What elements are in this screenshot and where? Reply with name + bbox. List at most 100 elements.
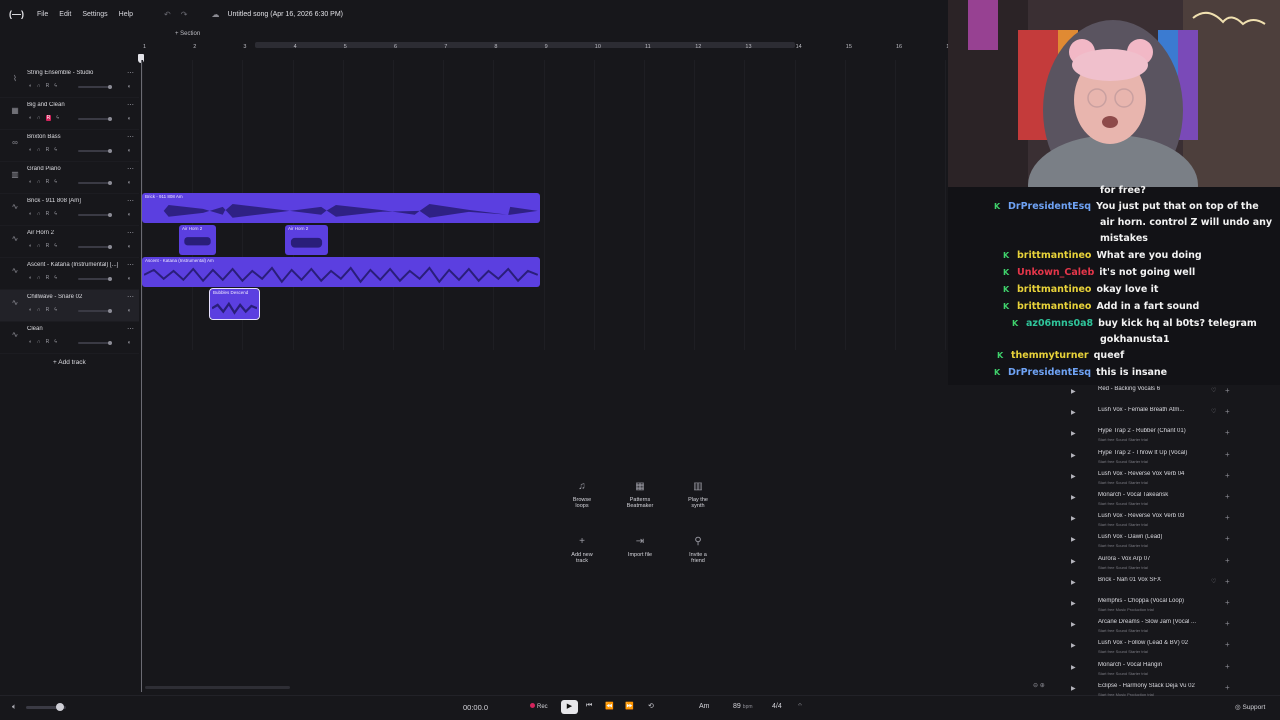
mute-icon[interactable]: ◐ <box>29 115 32 121</box>
sound-item[interactable]: ▶ Memphis - Choppa (Vocal Loop) Start free… <box>1060 597 1248 618</box>
track-header[interactable]: ∿ Clean ⋯ ◐ ∩ Rϟ ◖ <box>0 322 139 354</box>
record-arm-button[interactable]: R <box>46 211 50 217</box>
logo[interactable]: (—) <box>9 9 25 19</box>
add-icon[interactable]: + <box>1225 619 1230 628</box>
redo-icon[interactable]: ↷ <box>181 10 188 19</box>
more-icon[interactable]: ⋯ <box>127 197 134 205</box>
track-header[interactable]: ∿ Brick - 911 808 [Am] ⋯ ◐ ∩ Rϟ ◖ <box>0 194 139 226</box>
more-icon[interactable]: ⋯ <box>127 165 134 173</box>
sound-item[interactable]: ▶ Lush Vox - Follow (Lead & BV) 02 Start f… <box>1060 639 1248 660</box>
add-icon[interactable]: + <box>1225 683 1230 692</box>
track-volume-slider[interactable] <box>78 213 112 217</box>
clip-bubbles-descend[interactable]: Bubbles Descend <box>209 288 260 320</box>
master-volume-slider[interactable] <box>26 703 66 711</box>
add-icon[interactable]: + <box>1225 640 1230 649</box>
sound-item[interactable]: ▶ Hype Trap 2 - Throw It Up (Vocal) Start … <box>1060 449 1248 470</box>
track-name[interactable]: Big and Clean <box>27 102 125 108</box>
sound-item[interactable]: ▶ Brick - Nah 01 Vox SFX ♡ + <box>1060 576 1248 597</box>
headphones-icon[interactable]: ∩ <box>37 275 41 281</box>
add-icon[interactable]: + <box>1225 556 1230 565</box>
play-icon[interactable]: ▶ <box>1071 452 1076 459</box>
fx-icon[interactable]: ϟ <box>54 179 57 185</box>
track-volume-slider[interactable] <box>78 341 112 345</box>
sound-item[interactable]: ▶ Arcane Dreams - Slow Jam (Vocal ... Star… <box>1060 618 1248 639</box>
record-arm-button[interactable]: R <box>46 243 50 249</box>
play-icon[interactable]: ▶ <box>1071 579 1076 586</box>
add-icon[interactable]: + <box>1225 598 1230 607</box>
mute-icon[interactable]: ◐ <box>29 307 32 313</box>
to-start-icon[interactable]: ⏮ <box>586 702 592 710</box>
add-icon[interactable]: + <box>1225 428 1230 437</box>
record-arm-button[interactable]: R <box>46 339 50 345</box>
mute-icon[interactable]: ◐ <box>29 83 32 89</box>
sound-item[interactable]: ▶ Eclipse - Harmony Stack Deja Vu 02 Start… <box>1060 682 1248 703</box>
play-icon[interactable]: ▶ <box>1071 494 1076 501</box>
fx-icon[interactable]: ϟ <box>54 339 57 345</box>
play-icon[interactable]: ▶ <box>1071 536 1076 543</box>
sound-item[interactable]: ▶ Monarch - Vocal Takearisk Start free Sou… <box>1060 491 1248 512</box>
play-icon[interactable]: ▶ <box>1071 409 1076 416</box>
cloud-save-icon[interactable]: ☁ <box>211 10 219 19</box>
undo-icon[interactable]: ↶ <box>164 10 171 19</box>
pan-knob[interactable]: ◖ <box>127 116 131 122</box>
play-icon[interactable]: ▶ <box>1071 621 1076 628</box>
mute-icon[interactable]: ◐ <box>29 339 32 345</box>
play-icon[interactable]: ▶ <box>1071 685 1076 692</box>
play-icon[interactable]: ▶ <box>1071 642 1076 649</box>
horizontal-scrollbar[interactable] <box>145 686 290 689</box>
speaker-icon[interactable]: 🔈︎ <box>12 702 17 712</box>
add-icon[interactable]: + <box>1225 492 1230 501</box>
add-icon[interactable]: + <box>1225 386 1230 395</box>
more-icon[interactable]: ⋯ <box>127 101 134 109</box>
fx-icon[interactable]: ϟ <box>54 211 57 217</box>
headphones-icon[interactable]: ∩ <box>37 115 41 121</box>
add-icon[interactable]: + <box>1225 450 1230 459</box>
record-arm-button[interactable]: R <box>46 83 50 89</box>
track-name[interactable]: Brick - 911 808 [Am] <box>27 198 125 204</box>
track-header[interactable]: ∿ Air Horn 2 ⋯ ◐ ∩ Rϟ ◖ <box>0 226 139 258</box>
clip-air-horn-1[interactable]: Air Horn 2 <box>179 225 216 255</box>
mute-icon[interactable]: ◐ <box>29 275 32 281</box>
sound-item[interactable]: ▶ Lush Vox - Dawn (Lead) Start free Sound … <box>1060 533 1248 554</box>
add-icon[interactable]: + <box>1225 407 1230 416</box>
more-icon[interactable]: ⋯ <box>127 229 134 237</box>
menu-file[interactable]: File <box>37 11 48 18</box>
loop-icon[interactable]: ⟲ <box>648 702 654 710</box>
add-new-track-button[interactable]: + Add new track <box>553 536 611 564</box>
track-name[interactable]: String Ensemble - Studio <box>27 70 125 76</box>
sound-item[interactable]: ▶ Lush Vox - Reverse Vox Verb 03 Start fre… <box>1060 512 1248 533</box>
play-icon[interactable]: ▶ <box>1071 430 1076 437</box>
play-icon[interactable]: ▶ <box>1071 664 1076 671</box>
add-icon[interactable]: + <box>1225 662 1230 671</box>
fx-icon[interactable]: ϟ <box>56 115 59 121</box>
track-volume-slider[interactable] <box>78 85 112 89</box>
track-header[interactable]: ▦ Big and Clean ⋯ ◐ ∩ Rϟ ◖ <box>0 98 139 130</box>
play-icon[interactable]: ▶ <box>1071 600 1076 607</box>
pan-knob[interactable]: ◖ <box>127 276 131 282</box>
sound-item[interactable]: ▶ Monarch - Vocal Hangin Start free Sound … <box>1060 661 1248 682</box>
add-section-button[interactable]: + Section <box>175 31 200 37</box>
patterns-beatmaker-button[interactable]: ▦ Patterns Beatmaker <box>611 481 669 509</box>
pan-knob[interactable]: ◖ <box>127 148 131 154</box>
support-button[interactable]: ◎ Support <box>1235 703 1265 711</box>
fx-icon[interactable]: ϟ <box>54 275 57 281</box>
track-volume-slider[interactable] <box>78 245 112 249</box>
track-volume-slider[interactable] <box>78 309 112 313</box>
track-volume-slider[interactable] <box>78 149 112 153</box>
track-name[interactable]: Brixton Bass <box>27 134 125 140</box>
more-icon[interactable]: ⋯ <box>127 69 134 77</box>
menu-help[interactable]: Help <box>119 11 133 18</box>
track-volume-slider[interactable] <box>78 117 112 121</box>
clip-air-horn-2[interactable]: Air Horn 2 <box>285 225 328 255</box>
record-arm-button[interactable]: R <box>46 179 50 185</box>
track-name[interactable]: Chillwave - Snare 02 <box>27 294 125 300</box>
play-icon[interactable]: ▶ <box>1071 473 1076 480</box>
add-icon[interactable]: + <box>1225 577 1230 586</box>
pan-knob[interactable]: ◖ <box>127 308 131 314</box>
menu-settings[interactable]: Settings <box>82 11 107 18</box>
sound-item[interactable]: ▶ Aurora - Vox Arp 07 Start free Sound Sta… <box>1060 555 1248 576</box>
pan-knob[interactable]: ◖ <box>127 244 131 250</box>
tempo-field[interactable]: 89 bpm <box>733 703 753 710</box>
fx-icon[interactable]: ϟ <box>54 83 57 89</box>
clip-ascent-katana[interactable]: Ascent - Katana (Instrumental) Am <box>142 257 540 287</box>
